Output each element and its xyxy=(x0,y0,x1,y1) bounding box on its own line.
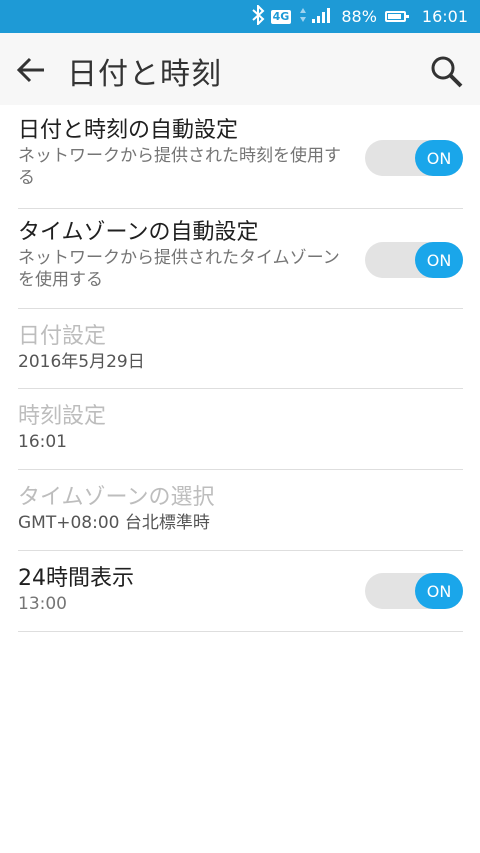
clock: 16:01 xyxy=(421,7,468,26)
set-time-row: 時刻設定 16:01 xyxy=(18,389,463,470)
page-title: 日付と時刻 xyxy=(67,57,222,92)
auto-datetime-toggle[interactable]: ON xyxy=(365,140,463,176)
auto-datetime-summary: ネットワークから提供された時刻を使用する xyxy=(18,146,341,188)
set-time-value: 16:01 xyxy=(18,432,67,452)
toggle-on-label: ON xyxy=(415,140,463,176)
set-date-title: 日付設定 xyxy=(18,324,107,349)
set-date-row: 日付設定 2016年5月29日 xyxy=(18,309,463,389)
search-icon xyxy=(431,56,463,88)
status-bar: 4G 88% 16:01 xyxy=(0,0,480,33)
select-timezone-row: タイムゾーンの選択 GMT+08:00 台北標準時 xyxy=(18,470,463,551)
toggle-on-label: ON xyxy=(415,242,463,278)
data-activity-icon xyxy=(299,7,307,27)
battery-percent: 88% xyxy=(341,7,377,26)
battery-icon xyxy=(384,11,409,22)
bluetooth-icon xyxy=(251,3,265,29)
network-type-badge: 4G xyxy=(270,9,292,24)
back-button[interactable] xyxy=(14,53,48,87)
set-date-value: 2016年5月29日 xyxy=(18,352,145,372)
select-timezone-value: GMT+08:00 台北標準時 xyxy=(18,513,210,533)
format-24h-toggle[interactable]: ON xyxy=(365,573,463,609)
auto-timezone-toggle[interactable]: ON xyxy=(365,242,463,278)
battery-level xyxy=(387,14,402,19)
select-timezone-title: タイムゾーンの選択 xyxy=(18,485,215,510)
toggle-on-label: ON xyxy=(415,573,463,609)
signal-icon xyxy=(311,6,333,28)
set-time-title: 時刻設定 xyxy=(18,404,107,429)
format-24h-row[interactable]: 24時間表示 13:00 ON xyxy=(18,551,463,632)
auto-timezone-row[interactable]: タイムゾーンの自動設定 ネットワークから提供されたタイムゾーンを使用する ON xyxy=(18,209,463,309)
format-24h-value: 13:00 xyxy=(18,594,67,614)
arrow-back-icon xyxy=(16,57,44,83)
auto-timezone-summary: ネットワークから提供されたタイムゾーンを使用する xyxy=(18,248,340,290)
auto-datetime-row[interactable]: 日付と時刻の自動設定 ネットワークから提供された時刻を使用する ON xyxy=(18,105,463,209)
settings-list: 日付と時刻の自動設定 ネットワークから提供された時刻を使用する ON タイムゾー… xyxy=(18,105,463,632)
app-bar: 日付と時刻 xyxy=(0,33,480,105)
search-button[interactable] xyxy=(428,53,466,91)
